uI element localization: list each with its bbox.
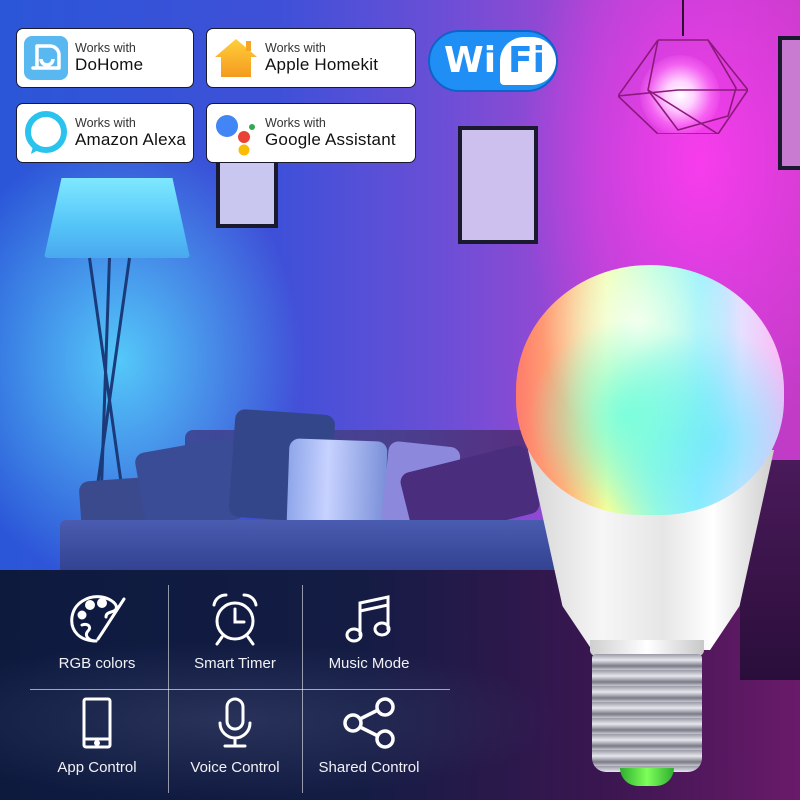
google-assistant-dots-icon [213,110,259,156]
share-icon [343,697,395,749]
house-icon [213,35,259,81]
alexa-ring-icon [23,110,69,156]
badge-google-assistant: Works with Google Assistant [206,103,416,163]
badge-alexa-name: Amazon Alexa [75,130,187,150]
floor-lamp-leg [100,257,111,483]
palette-icon [70,595,126,643]
feature-label: RGB colors [58,655,136,672]
badge-amazon-alexa: Works with Amazon Alexa [16,103,194,163]
feature-label: Smart Timer [194,655,276,672]
badge-google-name: Google Assistant [265,130,396,150]
wifi-badge: Wi Fi [428,30,558,92]
floor-lamp-shade [44,178,190,258]
badge-apple-homekit: Works with Apple Homekit [206,28,416,88]
feature-music-mode: Music Mode [302,585,436,689]
badge-homekit-caption: Works with [265,41,326,56]
feature-label: Shared Control [318,759,420,776]
feature-label: Music Mode [328,655,410,672]
feature-grid: RGB colors Smart Timer Music Mode App Co… [30,585,450,793]
wall-picture-frame-right [778,36,800,170]
microphone-icon [218,697,252,748]
feature-rgb-colors: RGB colors [30,585,164,689]
wall-picture-frame-center [458,126,538,244]
pendant-lamp-cage [618,39,748,134]
feature-voice-control: Voice Control [168,689,302,793]
music-note-icon [345,595,391,643]
badge-alexa-caption: Works with [75,116,136,131]
badge-dohome-name: DoHome [75,55,144,75]
feature-label: App Control [57,759,137,776]
badge-dohome-caption: Works with [75,41,136,56]
dohome-logo-icon [23,35,69,81]
smartphone-icon [82,697,112,749]
bulb-rgb-globe [516,265,784,515]
feature-label: Voice Control [190,759,280,776]
badge-homekit-name: Apple Homekit [265,55,379,75]
badge-google-caption: Works with [265,116,326,131]
sofa-pillow [286,438,388,532]
badge-dohome: Works with DoHome [16,28,194,88]
wifi-badge-left-text: Wi [444,40,497,81]
alarm-clock-icon [212,593,258,646]
feature-shared-control: Shared Control [302,689,436,793]
bulb-e27-screw-base [592,654,702,772]
feature-app-control: App Control [30,689,164,793]
feature-smart-timer: Smart Timer [168,585,302,689]
wifi-badge-right-text: Fi [508,40,545,81]
